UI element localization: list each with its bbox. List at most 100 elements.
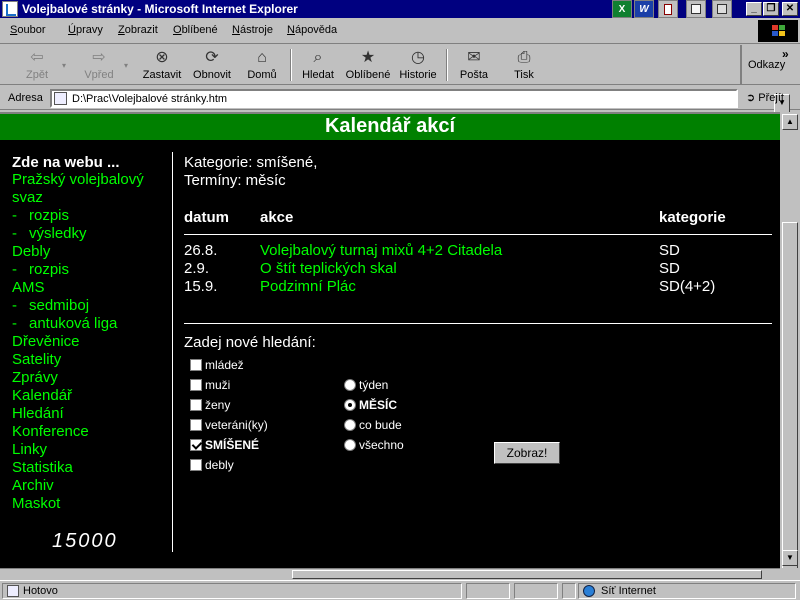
search-button[interactable]: ⌕ Hledat bbox=[293, 49, 343, 85]
sidebar-item-label[interactable]: svaz bbox=[12, 189, 43, 206]
sidebar-item[interactable]: - sedmiboj bbox=[12, 297, 172, 315]
event-link[interactable]: Volejbalový turnaj mixů 4+2 Citadela bbox=[260, 242, 502, 260]
app-icon-3[interactable] bbox=[658, 0, 678, 18]
checkbox-icon[interactable] bbox=[190, 459, 202, 472]
mail-button[interactable]: ✉ Pošta bbox=[449, 49, 499, 85]
address-input[interactable]: D:\Prac\Volejbalové stránky.htm ▼ bbox=[50, 89, 790, 113]
sidebar-item-label[interactable]: Dřevěnice bbox=[12, 333, 80, 350]
home-button[interactable]: ⌂ Domů bbox=[237, 49, 287, 85]
horizontal-scrollbar[interactable] bbox=[0, 568, 780, 580]
checkbox-icon[interactable] bbox=[190, 399, 202, 412]
sidebar-item-label[interactable]: Konference bbox=[12, 423, 89, 440]
links-label[interactable]: Odkazy bbox=[748, 59, 785, 71]
checkbox-debly[interactable]: debly bbox=[190, 456, 234, 473]
radio-icon[interactable] bbox=[344, 419, 356, 432]
sidebar-item-label[interactable]: Hledání bbox=[12, 405, 64, 422]
checkbox-icon[interactable] bbox=[190, 359, 202, 372]
sidebar-item[interactable]: - rozpis bbox=[12, 207, 172, 225]
sidebar-item-label[interactable]: Statistika bbox=[12, 459, 73, 476]
radio-icon[interactable] bbox=[344, 379, 356, 392]
sidebar-item[interactable]: Konference bbox=[12, 423, 172, 441]
sidebar-item[interactable]: Satelity bbox=[12, 351, 172, 369]
menu-napoveda[interactable]: Nápověda bbox=[287, 24, 337, 36]
scroll-thumb[interactable] bbox=[292, 570, 762, 579]
sidebar-item[interactable]: Zprávy bbox=[12, 369, 172, 387]
sidebar-item-label[interactable]: rozpis bbox=[29, 207, 69, 224]
menu-nastroje[interactable]: Nástroje bbox=[232, 24, 273, 36]
sidebar-item-label[interactable]: Archiv bbox=[12, 477, 54, 494]
excel-icon[interactable]: X bbox=[612, 0, 632, 18]
sidebar-item-label[interactable]: rozpis bbox=[29, 261, 69, 278]
print-button[interactable]: ⎙ Tisk bbox=[499, 49, 549, 85]
forward-dropdown-icon[interactable]: ▾ bbox=[124, 61, 128, 70]
go-button[interactable]: ➲ Přejít bbox=[746, 89, 796, 108]
sidebar-item[interactable]: Statistika bbox=[12, 459, 172, 477]
history-button[interactable]: ◷ Historie bbox=[393, 49, 443, 85]
sidebar-item[interactable]: Linky bbox=[12, 441, 172, 459]
favorites-button[interactable]: ★ Oblíbené bbox=[343, 49, 393, 85]
sidebar-item-label[interactable]: sedmiboj bbox=[29, 297, 89, 314]
checkbox-icon[interactable] bbox=[190, 379, 202, 392]
title-bar[interactable]: Volejbalové stránky - Microsoft Internet… bbox=[0, 0, 800, 18]
menu-oblibene[interactable]: Oblíbené bbox=[173, 24, 218, 36]
checkbox-zeny[interactable]: ženy bbox=[190, 396, 230, 413]
sidebar-item-label[interactable]: Satelity bbox=[12, 351, 61, 368]
radio-vsechno[interactable]: všechno bbox=[344, 436, 404, 453]
back-dropdown-icon[interactable]: ▾ bbox=[62, 61, 66, 70]
sidebar-item-label[interactable]: Linky bbox=[12, 441, 47, 458]
menu-zobrazit[interactable]: Zobrazit bbox=[118, 24, 158, 36]
event-link[interactable]: Podzimní Plác bbox=[260, 278, 356, 296]
scroll-down-icon[interactable]: ▼ bbox=[782, 550, 798, 566]
sidebar-item[interactable]: Debly bbox=[12, 243, 172, 261]
checkbox-mladez[interactable]: mládež bbox=[190, 356, 244, 373]
checkbox-icon[interactable] bbox=[190, 419, 202, 432]
sidebar-item-label[interactable]: Debly bbox=[12, 243, 50, 260]
scroll-thumb[interactable] bbox=[782, 222, 798, 600]
back-button[interactable]: ⇦ Zpět bbox=[12, 49, 62, 85]
sidebar-item-label[interactable]: Kalendář bbox=[12, 387, 72, 404]
sidebar-item[interactable]: AMS bbox=[12, 279, 172, 297]
radio-mesic[interactable]: MĚSÍC bbox=[344, 396, 397, 413]
radio-icon[interactable] bbox=[344, 439, 356, 452]
menu-upravy[interactable]: Úpravy bbox=[68, 24, 103, 36]
close-button[interactable]: ✕ bbox=[782, 2, 798, 16]
sidebar-item-label[interactable]: Maskot bbox=[12, 495, 60, 512]
sidebar-item[interactable]: - výsledky bbox=[12, 225, 172, 243]
refresh-button[interactable]: ⟳ Obnovit bbox=[187, 49, 237, 85]
checkbox-veterani[interactable]: veteráni(ky) bbox=[190, 416, 268, 433]
restore-button[interactable]: ❐ bbox=[763, 2, 779, 16]
word-icon[interactable]: W bbox=[634, 0, 654, 18]
checkbox-checked-icon[interactable] bbox=[190, 439, 202, 452]
radio-tyden[interactable]: týden bbox=[344, 376, 388, 393]
scroll-up-icon[interactable]: ▲ bbox=[782, 114, 798, 130]
sidebar-item[interactable]: - antuková liga bbox=[12, 315, 172, 333]
sidebar-item-label[interactable]: AMS bbox=[12, 279, 45, 296]
sidebar-item-label[interactable]: Zprávy bbox=[12, 369, 58, 386]
sidebar-item-label[interactable]: výsledky bbox=[29, 225, 87, 242]
sidebar-item[interactable]: svaz bbox=[12, 189, 172, 207]
stop-button[interactable]: ⊗ Zastavit bbox=[137, 49, 187, 85]
sidebar-item[interactable]: Archiv bbox=[12, 477, 172, 495]
radio-co-bude[interactable]: co bude bbox=[344, 416, 402, 433]
sidebar-item-label[interactable]: Pražský volejbalový bbox=[12, 171, 144, 188]
radio-selected-icon[interactable] bbox=[344, 399, 356, 412]
sidebar-item-label[interactable]: antuková liga bbox=[29, 315, 117, 332]
checkbox-muzi[interactable]: muži bbox=[190, 376, 230, 393]
event-link[interactable]: O štít teplických skal bbox=[260, 260, 397, 278]
sidebar-item[interactable]: Pražský volejbalový bbox=[12, 171, 172, 189]
links-bar[interactable]: » Odkazy bbox=[740, 45, 800, 85]
sidebar-item[interactable]: - rozpis bbox=[12, 261, 172, 279]
address-url[interactable]: D:\Prac\Volejbalové stránky.htm bbox=[72, 93, 227, 105]
app-icon-4[interactable] bbox=[686, 0, 706, 18]
app-icon-5[interactable] bbox=[712, 0, 732, 18]
vertical-scrollbar[interactable]: ▲ ▼ bbox=[780, 112, 800, 600]
sidebar-item[interactable]: Hledání bbox=[12, 405, 172, 423]
sidebar-item[interactable]: Kalendář bbox=[12, 387, 172, 405]
checkbox-smisene[interactable]: SMÍŠENÉ bbox=[190, 436, 259, 453]
minimize-button[interactable]: _ bbox=[746, 2, 762, 16]
submit-button[interactable]: Zobraz! bbox=[494, 442, 560, 464]
menu-soubor[interactable]: Soubor bbox=[10, 24, 45, 36]
forward-button[interactable]: ⇨ Vpřed bbox=[74, 49, 124, 85]
sidebar-item[interactable]: Dřevěnice bbox=[12, 333, 172, 351]
sidebar-item[interactable]: Maskot bbox=[12, 495, 172, 513]
